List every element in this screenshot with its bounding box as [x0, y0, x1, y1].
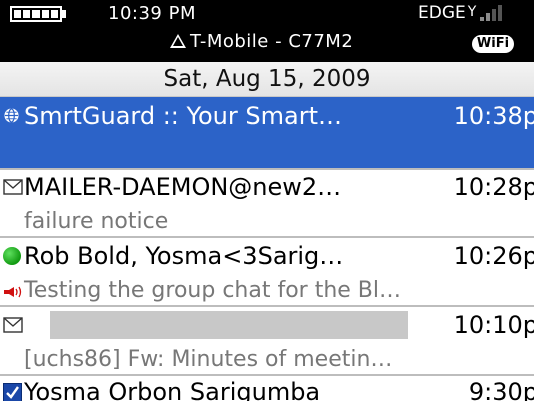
message-sender: Yosma Orbon Sarigumba	[24, 378, 321, 401]
message-time: 10:38p	[453, 102, 534, 130]
status-bar: 10:39 PM T-Mobile - C77M2 EDGE Y WiFi	[0, 0, 534, 62]
battery-tip	[62, 10, 66, 18]
message-sender: SmrtGuard :: Your Smart…	[24, 102, 342, 130]
globe-icon	[4, 108, 19, 123]
message-time: 10:28p	[453, 173, 534, 201]
network-type: EDGE	[418, 3, 466, 23]
message-sender: MAILER-DAEMON@new2…	[24, 173, 342, 201]
status-time: 10:39 PM	[108, 3, 196, 24]
message-time: 10:26p	[453, 242, 534, 270]
message-sender: Rob Bold, Yosma<3Sarig…	[24, 242, 344, 270]
message-row[interactable]: SmrtGuard :: Your Smart… 10:38p	[0, 97, 534, 168]
message-subject: Testing the group chat for the Bl…	[24, 278, 402, 303]
message-row[interactable]: Rob Bold, Yosma<3Sarig… 10:26p Testing t…	[0, 237, 534, 307]
message-row[interactable]: MAILER-DAEMON@new2… 10:28p failure notic…	[0, 168, 534, 238]
envelope-icon	[3, 317, 23, 333]
green-dot-icon	[3, 247, 21, 265]
message-row[interactable]: Yosma Orbon Sarigumba 9:30p	[0, 375, 534, 401]
carrier-info: T-Mobile - C77M2	[170, 31, 353, 52]
message-subject: failure notice	[24, 209, 169, 234]
wifi-badge: WiFi	[472, 35, 514, 53]
carrier-name: T-Mobile - C77M2	[190, 31, 354, 52]
antenna-icon: Y	[467, 4, 477, 20]
message-time: 9:30p	[468, 378, 534, 401]
megaphone-icon	[4, 286, 22, 298]
message-time: 10:10p	[453, 311, 534, 339]
envelope-icon	[3, 179, 23, 195]
battery-icon	[10, 6, 62, 22]
message-row[interactable]: 10:10p [uchs86] Fw: Minutes of meetin…	[0, 306, 534, 376]
message-subject: [uchs86] Fw: Minutes of meetin…	[24, 347, 393, 372]
redacted-sender	[50, 311, 408, 339]
checkbox-icon	[3, 383, 22, 401]
signal-bars-icon	[480, 3, 503, 21]
date-header: Sat, Aug 15, 2009	[0, 62, 534, 97]
roaming-triangle-icon	[170, 33, 186, 48]
network-indicator: EDGE Y	[418, 3, 503, 23]
